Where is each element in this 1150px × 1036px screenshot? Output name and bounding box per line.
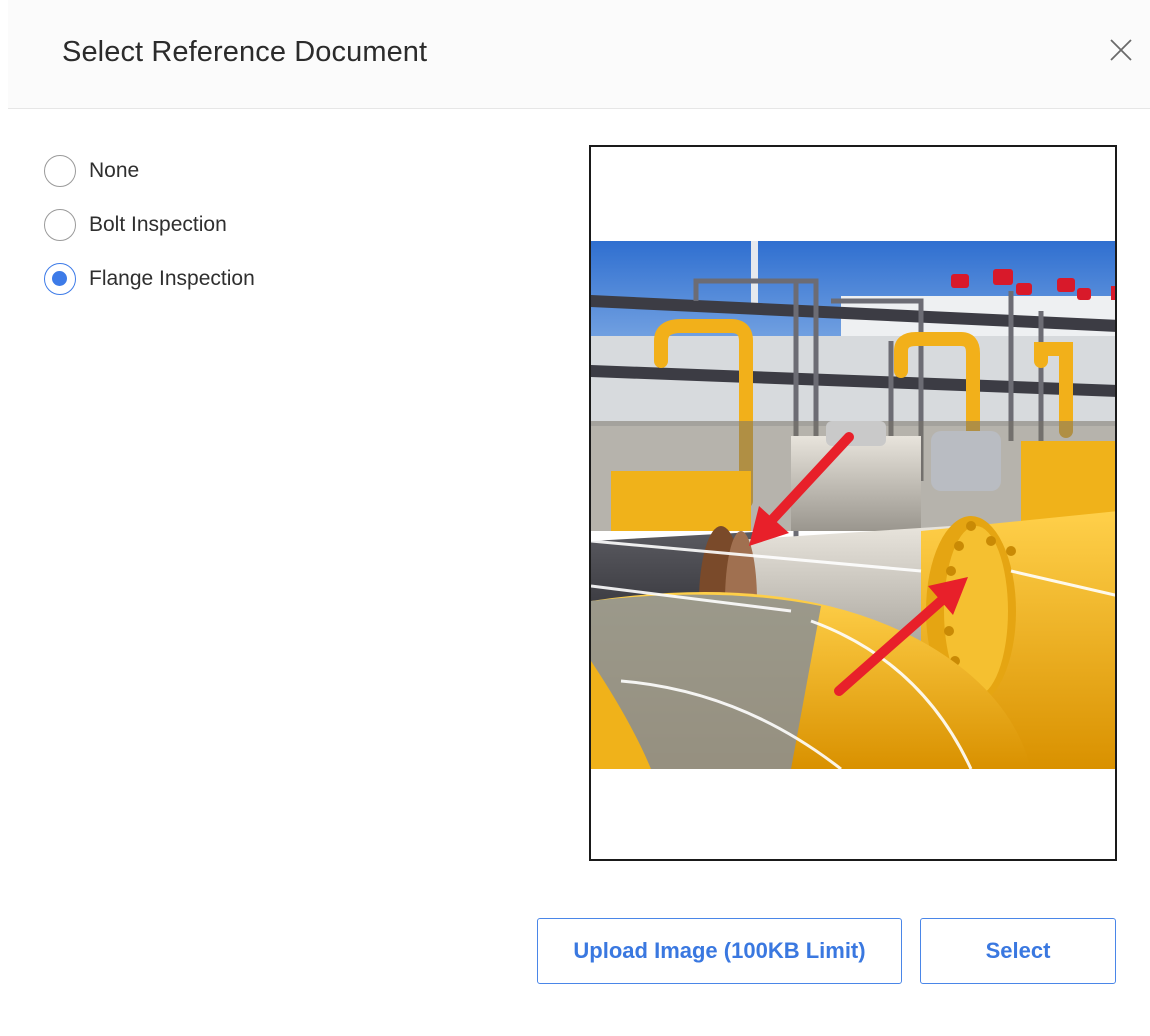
radio-bolt-inspection[interactable] bbox=[44, 209, 76, 241]
radio-none[interactable] bbox=[44, 155, 76, 187]
option-flange-inspection[interactable]: Flange Inspection bbox=[44, 262, 255, 296]
select-button[interactable]: Select bbox=[920, 918, 1116, 984]
close-icon[interactable] bbox=[1105, 34, 1137, 66]
option-none[interactable]: None bbox=[44, 154, 255, 188]
reference-image-preview bbox=[589, 145, 1117, 861]
upload-image-button[interactable]: Upload Image (100KB Limit) bbox=[537, 918, 902, 984]
radio-flange-inspection[interactable] bbox=[44, 263, 76, 295]
option-label-bolt-inspection: Bolt Inspection bbox=[89, 213, 227, 236]
option-bolt-inspection[interactable]: Bolt Inspection bbox=[44, 208, 255, 242]
dialog-header: Select Reference Document bbox=[8, 0, 1150, 109]
option-label-flange-inspection: Flange Inspection bbox=[89, 267, 255, 290]
option-label-none: None bbox=[89, 159, 140, 182]
reference-options: None Bolt Inspection Flange Inspection bbox=[44, 154, 255, 316]
dialog-title: Select Reference Document bbox=[62, 36, 428, 68]
pipeline-flange-photo bbox=[591, 241, 1115, 769]
select-reference-dialog: Select Reference Document None Bolt Insp… bbox=[0, 0, 1150, 1036]
